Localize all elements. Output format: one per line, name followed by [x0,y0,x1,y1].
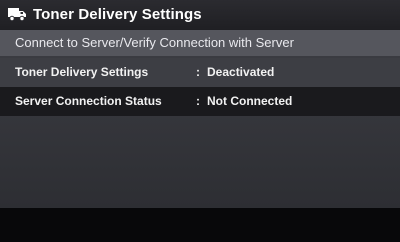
settings-row-toner-delivery[interactable]: Toner Delivery Settings : Deactivated [0,58,400,87]
server-connection-status-value: Not Connected [207,94,293,108]
title-bar: Toner Delivery Settings [0,0,400,30]
connect-verify-server-button[interactable]: Connect to Server/Verify Connection with… [0,30,400,56]
bottom-bar [0,208,400,242]
connect-verify-server-label: Connect to Server/Verify Connection with… [15,35,294,50]
toner-delivery-settings-label: Toner Delivery Settings [15,65,149,79]
toner-delivery-settings-value: Deactivated [207,65,275,79]
toner-delivery-settings-screen: Toner Delivery Settings Connect to Serve… [0,0,400,242]
separator-colon: : [196,94,200,108]
server-connection-status-label: Server Connection Status [15,94,162,108]
settings-row-server-connection[interactable]: Server Connection Status : Not Connected [0,87,400,116]
page-title: Toner Delivery Settings [33,6,202,23]
delivery-truck-icon [7,6,27,22]
separator-colon: : [196,65,200,79]
